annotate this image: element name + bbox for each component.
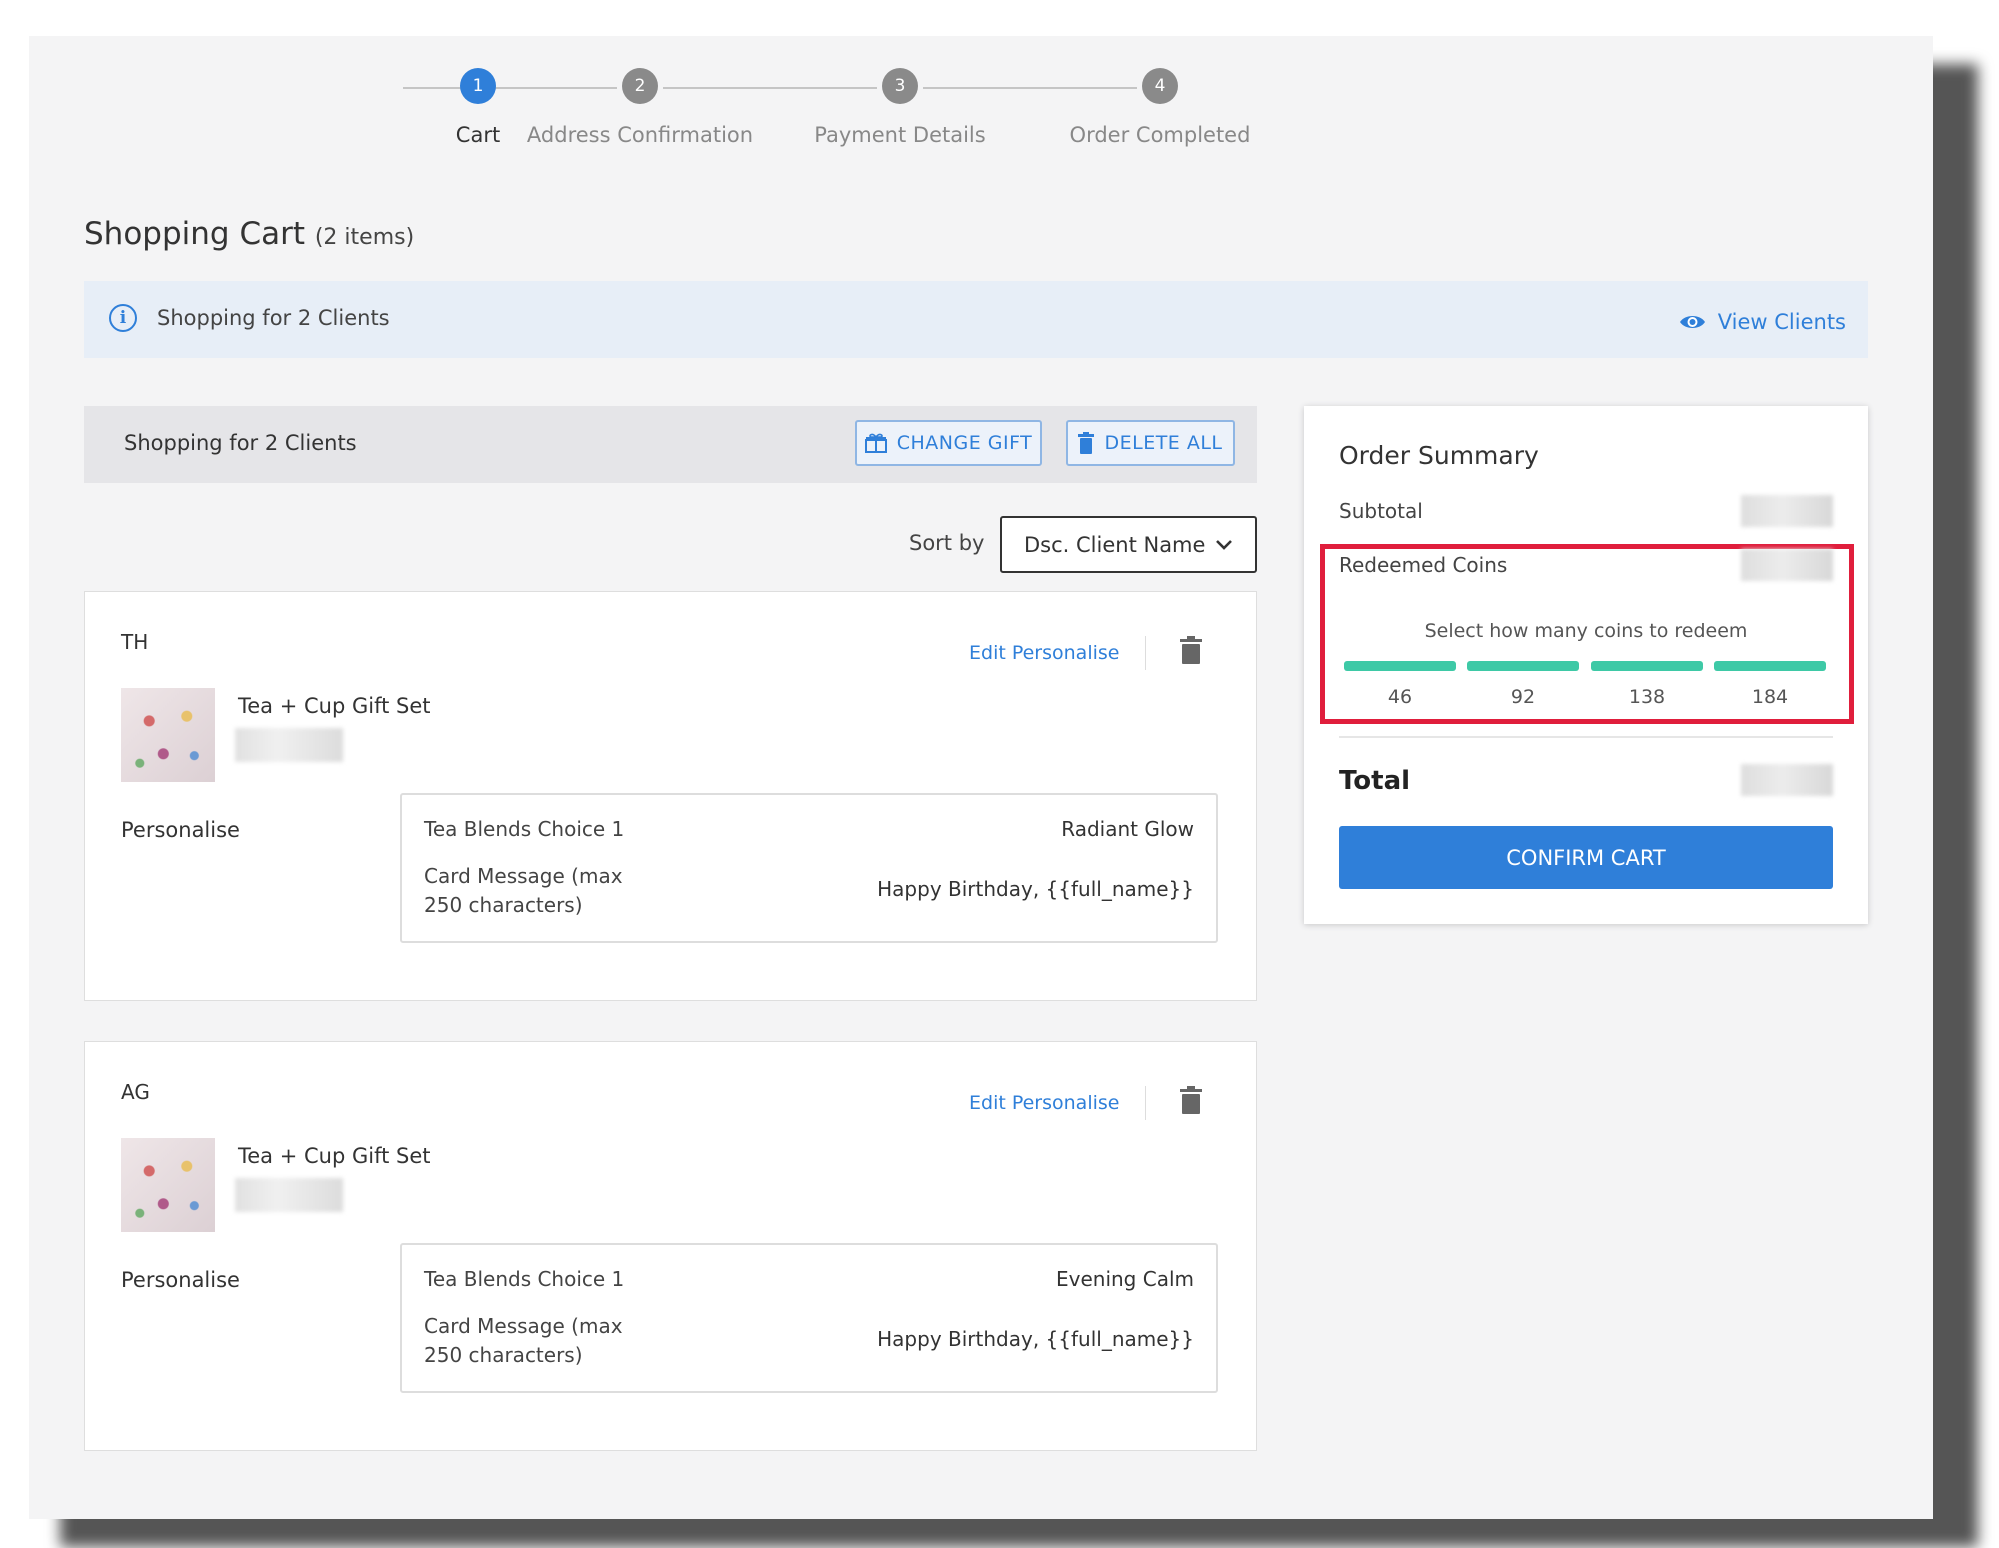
step-order-completed[interactable]: 4 Order Completed bbox=[1010, 68, 1310, 147]
card-message-value: Happy Birthday, {{full_name}} bbox=[877, 877, 1194, 901]
view-clients-link[interactable]: View Clients bbox=[1679, 310, 1846, 334]
choice-value: Evening Calm bbox=[1056, 1267, 1194, 1291]
coin-option-value[interactable]: 46 bbox=[1360, 686, 1440, 708]
page-title-text: Shopping Cart bbox=[84, 216, 305, 252]
order-summary: Order Summary Subtotal Redeemed Coins Se… bbox=[1304, 406, 1868, 924]
info-banner: i Shopping for 2 Clients View Clients bbox=[84, 281, 1868, 358]
step-payment-details[interactable]: 3 Payment Details bbox=[750, 68, 1050, 147]
sort-dropdown[interactable]: Dsc. Client Name bbox=[1000, 516, 1257, 573]
subtotal-amount-redacted bbox=[1741, 495, 1833, 527]
redeemed-amount-redacted bbox=[1741, 549, 1833, 581]
change-gift-button[interactable]: CHANGE GIFT bbox=[855, 420, 1042, 466]
personalisation-details: Tea Blends Choice 1 Radiant Glow Card Me… bbox=[400, 793, 1218, 943]
card-message-value: Happy Birthday, {{full_name}} bbox=[877, 1327, 1194, 1351]
step-number: 3 bbox=[882, 68, 918, 104]
banner-text: Shopping for 2 Clients bbox=[157, 306, 390, 330]
product-image bbox=[121, 688, 215, 782]
checkout-stepper: 1 Cart 2 Address Confirmation 3 Payment … bbox=[29, 36, 1933, 166]
subtotal-label: Subtotal bbox=[1339, 499, 1423, 523]
item-count: (2 items) bbox=[314, 225, 415, 250]
personalise-label: Personalise bbox=[121, 1268, 240, 1292]
change-gift-label: CHANGE GIFT bbox=[896, 432, 1033, 454]
delete-all-label: DELETE ALL bbox=[1104, 432, 1223, 454]
page-title: Shopping Cart (2 items) bbox=[84, 216, 414, 252]
client-group-header: Shopping for 2 Clients CHANGE GIFT DELET… bbox=[84, 406, 1257, 483]
sort-selected-value: Dsc. Client Name bbox=[1024, 532, 1206, 557]
order-summary-title: Order Summary bbox=[1339, 441, 1539, 470]
divider bbox=[1145, 636, 1146, 670]
choice-value: Radiant Glow bbox=[1061, 817, 1194, 841]
trash-icon bbox=[1078, 432, 1095, 454]
product-price-redacted bbox=[235, 728, 343, 762]
checkout-page: 1 Cart 2 Address Confirmation 3 Payment … bbox=[29, 36, 1933, 1519]
sort-label: Sort by bbox=[909, 531, 985, 555]
confirm-cart-button[interactable]: CONFIRM CART bbox=[1339, 826, 1833, 889]
trash-icon[interactable] bbox=[1180, 1086, 1202, 1114]
client-initials: TH bbox=[121, 630, 149, 654]
edit-personalise-link[interactable]: Edit Personalise bbox=[969, 1092, 1119, 1114]
step-label: Payment Details bbox=[814, 123, 986, 147]
product-image bbox=[121, 1138, 215, 1232]
step-label: Address Confirmation bbox=[526, 123, 754, 147]
card-message-label: Card Message (max 250 characters) bbox=[424, 864, 623, 917]
coin-option-segment[interactable] bbox=[1591, 661, 1703, 671]
divider bbox=[1339, 736, 1833, 738]
personalisation-details: Tea Blends Choice 1 Evening Calm Card Me… bbox=[400, 1243, 1218, 1393]
delete-all-button[interactable]: DELETE ALL bbox=[1066, 420, 1235, 466]
step-number: 2 bbox=[622, 68, 658, 104]
coin-option-segment[interactable] bbox=[1714, 661, 1826, 671]
eye-icon bbox=[1679, 316, 1705, 328]
total-label: Total bbox=[1339, 766, 1411, 796]
group-title: Shopping for 2 Clients bbox=[124, 431, 357, 455]
client-card: AG Edit Personalise Tea + Cup Gift Set P… bbox=[84, 1041, 1257, 1451]
coin-option-segment[interactable] bbox=[1467, 661, 1579, 671]
coin-option-value[interactable]: 184 bbox=[1730, 686, 1810, 708]
redeemed-coins-label: Redeemed Coins bbox=[1339, 553, 1508, 577]
total-amount-redacted bbox=[1741, 764, 1833, 796]
trash-icon[interactable] bbox=[1180, 636, 1202, 664]
gift-icon bbox=[864, 433, 887, 453]
step-label: Order Completed bbox=[1069, 123, 1251, 147]
coin-option-value[interactable]: 138 bbox=[1607, 686, 1687, 708]
coins-caption: Select how many coins to redeem bbox=[1424, 620, 1748, 642]
edit-personalise-link[interactable]: Edit Personalise bbox=[969, 642, 1119, 664]
choice-label: Tea Blends Choice 1 bbox=[424, 1267, 625, 1291]
personalise-label: Personalise bbox=[121, 818, 240, 842]
step-address-confirmation[interactable]: 2 Address Confirmation bbox=[490, 68, 790, 147]
coin-option-segment[interactable] bbox=[1344, 661, 1456, 671]
info-icon: i bbox=[109, 304, 137, 332]
client-card: TH Edit Personalise Tea + Cup Gift Set P… bbox=[84, 591, 1257, 1001]
product-name: Tea + Cup Gift Set bbox=[238, 1144, 431, 1168]
product-price-redacted bbox=[235, 1178, 343, 1212]
product-name: Tea + Cup Gift Set bbox=[238, 694, 431, 718]
card-message-label: Card Message (max 250 characters) bbox=[424, 1314, 623, 1367]
view-clients-label: View Clients bbox=[1717, 310, 1846, 334]
divider bbox=[1145, 1086, 1146, 1120]
client-initials: AG bbox=[121, 1080, 150, 1104]
step-number: 4 bbox=[1142, 68, 1178, 104]
chevron-down-icon bbox=[1216, 540, 1232, 550]
coin-option-value[interactable]: 92 bbox=[1483, 686, 1563, 708]
choice-label: Tea Blends Choice 1 bbox=[424, 817, 625, 841]
